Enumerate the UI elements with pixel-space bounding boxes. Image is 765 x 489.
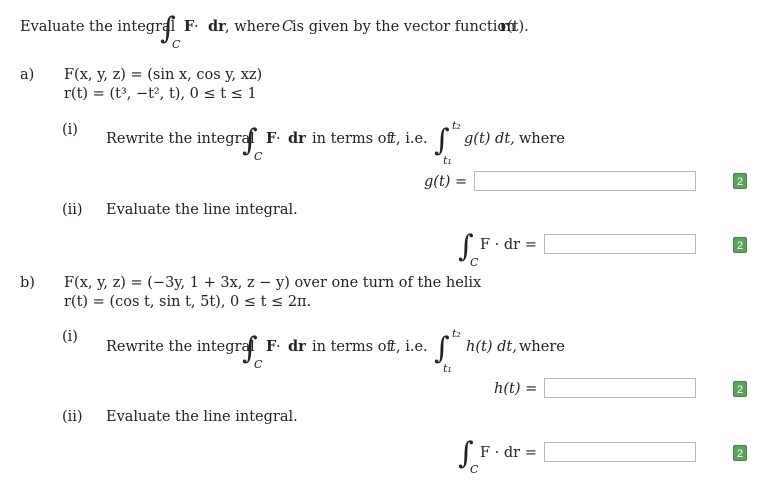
curve-definition: r(t) = (t³, −t², t), 0 ≤ t ≤ 1	[64, 86, 257, 102]
ie-text: , i.e.	[396, 131, 428, 147]
answer-label: F · dr =	[480, 237, 537, 253]
curve-definition: r(t) = (cos t, sin t, 5t), 0 ≤ t ≤ 2π.	[64, 294, 312, 310]
vector-dr: dr	[208, 18, 226, 35]
integrand: h(t) dt,	[466, 339, 517, 355]
integral-sign: ∫	[434, 331, 450, 366]
integral-sub-c: C	[470, 463, 479, 476]
dot: ·	[194, 19, 199, 35]
where-text: where	[519, 339, 565, 355]
intro-text: Evaluate the integral	[20, 19, 176, 35]
subpart-label: (ii)	[62, 409, 83, 425]
line-integral-input[interactable]	[544, 442, 696, 462]
g-of-t-input[interactable]	[474, 171, 696, 191]
line-integral-input[interactable]	[544, 234, 696, 254]
attempts-badge[interactable]: 2	[733, 237, 747, 253]
integral-sub-c: C	[254, 150, 263, 163]
vector-dr: dr	[288, 338, 306, 355]
intro-rest: is given by the vector function	[292, 19, 516, 35]
lower-limit: t₁	[443, 154, 452, 167]
part-label: a)	[20, 67, 35, 83]
intro-t: (t).	[507, 19, 529, 35]
integrand: g(t) dt,	[464, 131, 515, 147]
integral-sub-c: C	[470, 256, 479, 269]
part-label: b)	[20, 275, 35, 291]
integral-sign: ∫	[434, 123, 450, 158]
field-definition: F(x, y, z) = (−3y, 1 + 3x, z − y) over o…	[64, 275, 482, 291]
vector-dr: dr	[288, 130, 306, 147]
upper-limit: t₂	[452, 327, 461, 340]
vector-F: F	[184, 18, 195, 35]
subpart-label: (i)	[62, 122, 78, 138]
subpart-label: (ii)	[62, 202, 83, 218]
rewrite-text: Rewrite the integral	[106, 339, 255, 355]
in-terms-text: in terms of	[312, 339, 392, 355]
attempts-badge[interactable]: 2	[733, 381, 747, 397]
dot: ·	[276, 339, 281, 355]
vector-F: F	[266, 130, 277, 147]
answer-label: g(t) =	[424, 174, 468, 190]
variable-t: t	[390, 131, 396, 147]
attempts-badge[interactable]: 2	[733, 445, 747, 461]
in-terms-text: in terms of	[312, 131, 392, 147]
integral-sub-c: C	[172, 38, 181, 51]
answer-label: h(t) =	[494, 381, 538, 397]
vector-F: F	[266, 338, 277, 355]
h-of-t-input[interactable]	[544, 378, 696, 398]
subpart-label: (i)	[62, 329, 78, 345]
ie-text: , i.e.	[396, 339, 428, 355]
dot: ·	[276, 131, 281, 147]
intro-where: , where	[225, 19, 281, 35]
variable-t: t	[390, 339, 396, 355]
evaluate-text: Evaluate the line integral.	[106, 202, 298, 218]
evaluate-text: Evaluate the line integral.	[106, 409, 298, 425]
attempts-badge[interactable]: 2	[733, 173, 747, 189]
integral-sub-c: C	[254, 358, 263, 371]
field-definition: F(x, y, z) = (sin x, cos y, xz)	[64, 67, 263, 83]
where-text: where	[519, 131, 565, 147]
rewrite-text: Rewrite the integral	[106, 131, 255, 147]
answer-label: F · dr =	[480, 445, 537, 461]
lower-limit: t₁	[443, 362, 452, 375]
upper-limit: t₂	[452, 119, 461, 132]
